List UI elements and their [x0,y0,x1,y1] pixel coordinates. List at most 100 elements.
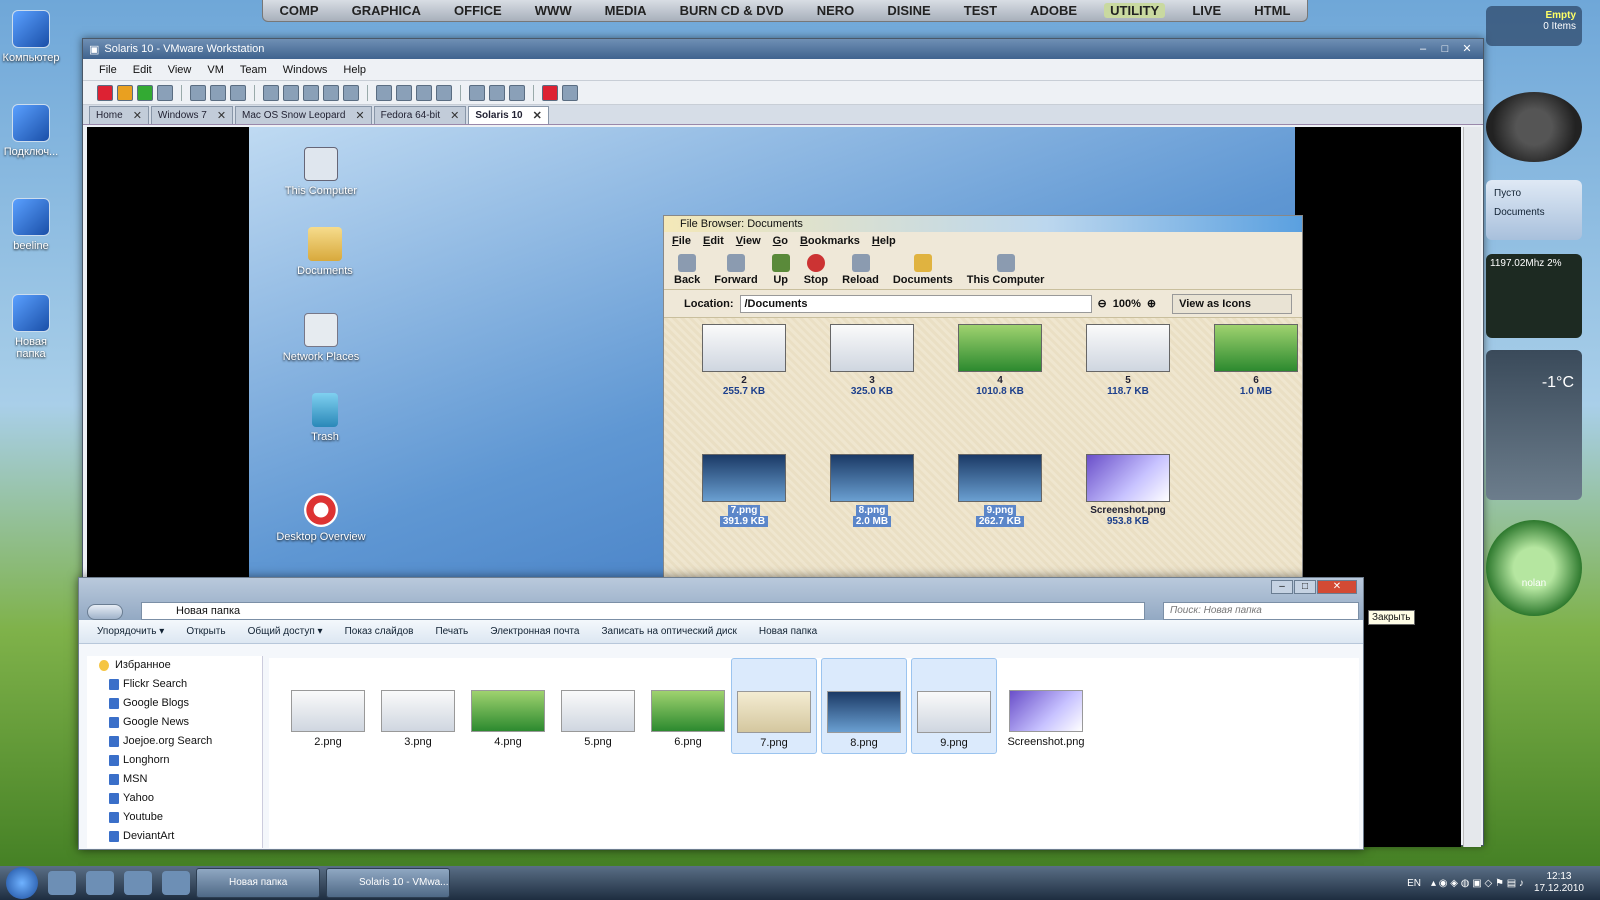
dock-live[interactable]: LIVE [1186,3,1227,18]
solaris-icon-desktop-overview[interactable]: Desktop Overview [271,493,371,543]
solaris-icon-trash[interactable]: Trash [275,393,375,443]
cmd-open[interactable]: Открыть [186,626,225,637]
menu-help[interactable]: Help [343,64,366,76]
dock-www[interactable]: WWW [529,3,578,18]
cmd-email[interactable]: Электронная почта [490,626,579,637]
tab-home[interactable]: Home ✕ [89,106,149,124]
cmd-organize[interactable]: Упорядочить ▾ [97,626,164,637]
tab-fedora[interactable]: Fedora 64-bit ✕ [373,106,467,124]
nav-item[interactable]: MSN [87,770,262,789]
fullscreen-icon[interactable] [396,84,412,101]
fb-file-item[interactable]: Screenshot.png 953.8 KB [1064,454,1192,578]
fb-menu-bookmarks[interactable]: Bookmarks [800,235,860,247]
close-tab-icon[interactable]: ✕ [133,109,142,122]
dock-utility[interactable]: UTILITY [1104,3,1166,18]
dock-office[interactable]: OFFICE [448,3,508,18]
dock-burn[interactable]: BURN CD & DVD [674,3,790,18]
menu-team[interactable]: Team [240,64,267,76]
nav-item[interactable]: Google News [87,713,262,732]
language-indicator[interactable]: EN [1407,878,1421,889]
solaris-icon-this-computer[interactable]: This Computer [271,147,371,197]
quicklaunch-icon[interactable] [48,871,76,895]
fb-file-item[interactable]: 3 325.0 KB [808,324,936,448]
sidebar-toggle-icon[interactable] [376,84,392,101]
reset-icon[interactable] [157,84,173,101]
maximize-icon[interactable]: □ [1435,42,1455,56]
fb-file-item[interactable]: 8.png 2.0 MB [808,454,936,578]
thumbnail-view-icon[interactable] [509,84,525,101]
quicklaunch-icon[interactable] [86,871,114,895]
settings-icon[interactable] [562,84,578,101]
back-button[interactable]: Back [674,254,700,289]
view-as-select[interactable]: View as Icons [1172,293,1293,314]
vm-scrollbar[interactable] [1463,127,1481,847]
cmd-new-folder[interactable]: Новая папка [759,626,817,637]
fb-file-item[interactable]: 2 255.7 KB [680,324,808,448]
nav-favorites[interactable]: Избранное [87,656,262,675]
dock-nero[interactable]: NERO [811,3,861,18]
fb-menu-go[interactable]: Go [773,235,788,247]
fb-file-item[interactable]: 9.png 262.7 KB [936,454,1064,578]
recycle-bin-gadget[interactable]: Empty 0 Items [1486,6,1582,46]
solaris-icon-network-places[interactable]: Network Places [271,313,371,363]
nav-item[interactable]: Yahoo [87,789,262,808]
close-tab-icon[interactable]: ✕ [355,109,364,122]
quicklaunch-icon[interactable] [162,871,190,895]
nav-item[interactable]: Flickr Search [87,675,262,694]
desktop-icon-connect[interactable]: Подключ... [0,104,62,158]
menu-view[interactable]: View [168,64,192,76]
snapshot-icon[interactable] [190,84,206,101]
tray-icons[interactable]: ▴ ◉ ◈ ◍ ▣ ◇ ⚑ ▤ ♪ [1431,878,1524,889]
tool-icon[interactable] [323,84,339,101]
tab-solaris[interactable]: Solaris 10 ✕ [468,106,549,124]
zoom-in-icon[interactable]: ⊕ [1147,297,1156,310]
dock-html[interactable]: HTML [1248,3,1296,18]
fb-menu-edit[interactable]: Edit [703,235,724,247]
dock-adobe[interactable]: ADOBE [1024,3,1083,18]
revert-icon[interactable] [210,84,226,101]
nav-item[interactable]: Longhorn [87,751,262,770]
forward-button[interactable]: Forward [714,254,758,289]
nav-item[interactable]: Google Blogs [87,694,262,713]
unity-icon[interactable] [416,84,432,101]
dock-comp[interactable]: COMP [274,3,325,18]
cmd-print[interactable]: Печать [435,626,468,637]
explorer-file-selected[interactable]: 8.png [821,658,907,754]
close-icon[interactable]: ✕ [1317,580,1357,594]
cmd-slideshow[interactable]: Показ слайдов [345,626,414,637]
tool-icon[interactable] [263,84,279,101]
documents-button[interactable]: Documents [893,254,953,289]
summary-view-icon[interactable] [489,84,505,101]
explorer-file-selected[interactable]: 7.png [731,658,817,754]
quick-switch-icon[interactable] [436,84,452,101]
explorer-file[interactable]: Screenshot.png [1003,690,1089,748]
nav-item[interactable]: Joejoe.org Search [87,732,262,751]
reload-button[interactable]: Reload [842,254,879,289]
dock-test[interactable]: TEST [958,3,1003,18]
menu-edit[interactable]: Edit [133,64,152,76]
fb-menu-view[interactable]: View [736,235,761,247]
cmd-share[interactable]: Общий доступ ▾ [248,626,323,637]
clock[interactable]: 12:13 17.12.2010 [1534,871,1584,895]
explorer-file[interactable]: 4.png [465,690,551,748]
fb-file-item[interactable]: 4 1010.8 KB [936,324,1064,448]
quicklaunch-icon[interactable] [124,871,152,895]
tab-mac-os[interactable]: Mac OS Snow Leopard ✕ [235,106,372,124]
power-off-icon[interactable] [97,84,113,101]
maximize-icon[interactable]: □ [1294,580,1316,594]
minimize-icon[interactable]: – [1271,580,1293,594]
minimize-icon[interactable]: – [1413,42,1433,56]
start-button[interactable] [6,867,38,899]
location-input[interactable]: /Documents [739,294,1092,313]
desktop-icon-beeline[interactable]: beeline [0,198,62,252]
notes-gadget[interactable]: Пусто Documents [1486,180,1582,240]
explorer-file[interactable]: 2.png [285,690,371,748]
stop-button[interactable]: Stop [804,254,828,289]
console-view-icon[interactable] [469,84,485,101]
solaris-icon-documents[interactable]: Documents [275,227,375,277]
this-computer-button[interactable]: This Computer [967,254,1044,289]
task-new-folder[interactable]: Новая папка [196,868,320,898]
close-icon[interactable]: ✕ [1457,42,1477,56]
address-bar[interactable]: Новая папка [141,602,1145,620]
tool-icon[interactable] [303,84,319,101]
